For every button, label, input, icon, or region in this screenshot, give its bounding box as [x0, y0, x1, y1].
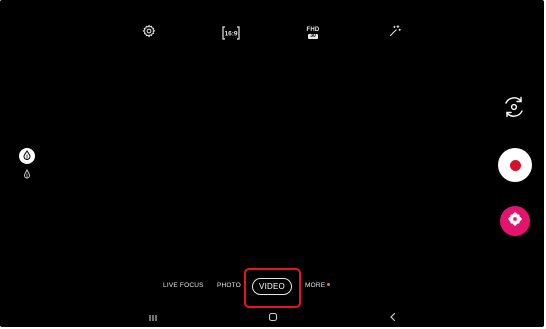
recents-icon [148, 309, 158, 327]
rotate-camera-icon [501, 94, 527, 125]
resolution-badge: FHD 30 [307, 27, 320, 39]
record-icon [509, 159, 521, 171]
camera-top-bar: 16:9 FHD 30 [0, 22, 544, 44]
resolution-button[interactable]: FHD 30 [302, 22, 324, 44]
camera-effects-button[interactable] [500, 206, 530, 236]
mode-photo[interactable]: PHOTO [217, 282, 241, 289]
aspect-ratio-label: 16:9 [224, 31, 237, 38]
left-tools [19, 148, 37, 181]
gear-icon [142, 24, 156, 43]
home-button[interactable] [266, 311, 280, 325]
aspect-ratio-icon: 16:9 [222, 26, 240, 40]
mode-live-focus[interactable]: LIVE FOCUS [163, 282, 204, 289]
back-button[interactable] [386, 311, 400, 325]
switch-camera-button[interactable] [500, 95, 528, 123]
effects-toggle-button[interactable] [384, 22, 406, 44]
recents-button[interactable] [146, 311, 160, 325]
home-icon [268, 309, 278, 327]
drop-filter-icon [22, 147, 32, 165]
system-nav-bar [0, 310, 544, 327]
frame-rate-label: 30 [308, 33, 318, 39]
more-notification-dot [327, 283, 330, 286]
flower-icon [507, 211, 523, 232]
drop-small-icon [23, 166, 31, 184]
filter-button[interactable] [19, 148, 35, 164]
video-mode-highlight [244, 268, 301, 308]
filter-sub-button[interactable] [19, 166, 35, 184]
mode-more[interactable]: MORE [305, 282, 325, 289]
sparkle-icon [388, 24, 402, 43]
settings-button[interactable] [138, 22, 160, 44]
back-icon [389, 309, 397, 327]
aspect-ratio-button[interactable]: 16:9 [219, 22, 243, 44]
record-button[interactable] [498, 148, 532, 182]
